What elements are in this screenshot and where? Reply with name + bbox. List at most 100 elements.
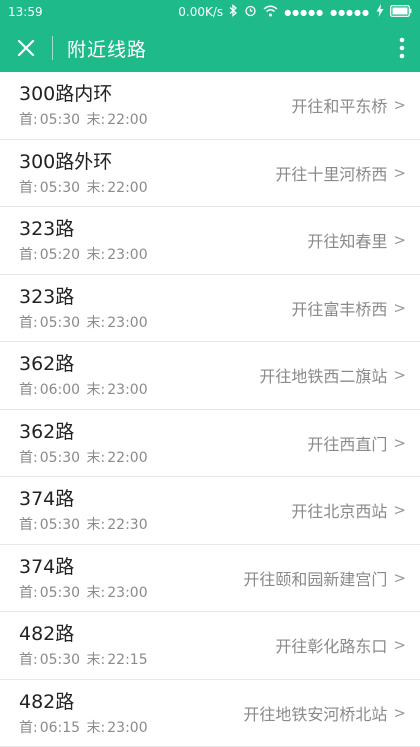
destination-label: 开往地铁西二旗站 (259, 367, 388, 387)
route-times: 首: 05:30 末: 22:15 (19, 652, 150, 668)
route-destination: 开往北京西站 > (291, 498, 406, 522)
status-icons: 0.00K/s ●●●●● ●●●●● (178, 4, 412, 20)
route-row[interactable]: 374路 首: 05:30 末: 23:00 开往颐和园新建宫门 > (0, 545, 420, 612)
route-info: 362路 首: 05:30 末: 22:00 (19, 420, 150, 466)
alarm-icon (244, 4, 257, 20)
close-button[interactable] (0, 24, 52, 72)
route-info: 482路 首: 05:30 末: 22:15 (19, 622, 150, 668)
route-name: 482路 (19, 690, 75, 713)
route-destination: 开往地铁西二旗站 > (259, 363, 406, 387)
last-label: 末: (86, 719, 106, 736)
route-info: 323路 首: 05:30 末: 23:00 (19, 285, 150, 331)
last-label: 末: (86, 517, 106, 534)
last-label: 末: (86, 314, 106, 331)
destination-label: 开往地铁安河桥北站 (243, 704, 388, 724)
app-bar-divider (52, 36, 53, 60)
route-info: 323路 首: 05:20 末: 23:00 (19, 217, 150, 263)
first-label: 首: (19, 382, 38, 399)
route-info: 300路内环 首: 05:30 末: 22:00 (19, 82, 150, 128)
first-time: 05:30 (39, 517, 81, 534)
chevron-right-icon: > (393, 433, 406, 452)
route-info: 482路 首: 06:15 末: 23:00 (19, 690, 150, 736)
route-name: 300路外环 (19, 150, 113, 173)
first-time: 05:20 (39, 247, 81, 264)
first-label: 首: (19, 719, 38, 736)
route-list: 300路内环 首: 05:30 末: 22:00 开往和平东桥 > 300路外环 首… (0, 72, 420, 747)
last-label: 末: (86, 112, 106, 129)
route-row[interactable]: 374路 首: 05:30 末: 22:30 开往北京西站 > (0, 477, 420, 545)
route-row[interactable]: 482路 首: 05:30 末: 22:15 开往彰化路东口 > (0, 612, 420, 680)
destination-label: 开往北京西站 (291, 502, 388, 522)
last-time: 22:00 (107, 449, 148, 466)
route-info: 362路 首: 06:00 末: 23:00 (19, 352, 150, 398)
app-bar: 附近线路 (0, 24, 420, 72)
destination-label: 开往颐和园新建宫门 (243, 569, 388, 589)
route-info: 300路外环 首: 05:30 末: 22:00 (19, 150, 150, 196)
destination-label: 开往富丰桥西 (291, 299, 388, 319)
route-row[interactable]: 300路外环 首: 05:30 末: 22:00 开往十里河桥西 > (0, 140, 420, 207)
destination-label: 开往西直门 (307, 434, 388, 454)
route-destination: 开往富丰桥西 > (291, 296, 406, 320)
destination-label: 开往彰化路东口 (275, 637, 388, 657)
route-name: 362路 (19, 420, 75, 443)
signal-dots-1: ●●●●● (284, 7, 325, 17)
bluetooth-icon (229, 4, 238, 20)
route-destination: 开往十里河桥西 > (275, 161, 406, 185)
last-time: 23:00 (107, 314, 148, 331)
route-name: 482路 (19, 623, 75, 646)
first-label: 首: (19, 179, 38, 196)
route-row[interactable]: 362路 首: 05:30 末: 22:00 开往西直门 > (0, 410, 420, 477)
more-options-button[interactable] (384, 24, 420, 72)
route-times: 首: 05:30 末: 22:30 (19, 517, 150, 533)
first-label: 首: (19, 584, 38, 601)
last-time: 23:00 (107, 247, 148, 264)
route-times: 首: 05:30 末: 22:00 (19, 112, 150, 128)
route-name: 300路内环 (19, 83, 113, 106)
route-row[interactable]: 323路 首: 05:30 末: 23:00 开往富丰桥西 > (0, 275, 420, 342)
last-time: 23:00 (107, 382, 148, 399)
first-time: 05:30 (39, 112, 81, 129)
first-time: 05:30 (39, 652, 81, 669)
page-title: 附近线路 (67, 38, 148, 61)
last-time: 22:00 (107, 112, 148, 129)
route-destination: 开往地铁安河桥北站 > (243, 701, 406, 725)
destination-label: 开往和平东桥 (291, 97, 388, 117)
status-bar: 13:59 0.00K/s ●●●●● ●●●●● (0, 0, 420, 24)
first-time: 06:15 (39, 719, 81, 736)
route-row[interactable]: 362路 首: 06:00 末: 23:00 开往地铁西二旗站 > (0, 342, 420, 410)
route-times: 首: 05:30 末: 23:00 (19, 585, 150, 601)
first-label: 首: (19, 112, 38, 129)
charging-icon (376, 4, 384, 20)
first-label: 首: (19, 517, 38, 534)
route-times: 首: 05:30 末: 22:00 (19, 450, 150, 466)
first-label: 首: (19, 652, 38, 669)
first-time: 05:30 (39, 449, 81, 466)
route-info: 374路 首: 05:30 末: 22:30 (19, 487, 150, 533)
route-times: 首: 06:15 末: 23:00 (19, 720, 150, 736)
chevron-right-icon: > (393, 366, 406, 385)
first-label: 首: (19, 247, 38, 264)
last-label: 末: (86, 179, 106, 196)
route-row[interactable]: 323路 首: 05:20 末: 23:00 开往知春里 > (0, 207, 420, 275)
wifi-icon (263, 5, 278, 20)
last-label: 末: (86, 449, 106, 466)
route-destination: 开往颐和园新建宫门 > (243, 566, 406, 590)
chevron-right-icon: > (393, 501, 406, 520)
route-times: 首: 05:20 末: 23:00 (19, 247, 150, 263)
route-name: 374路 (19, 488, 75, 511)
chevron-right-icon: > (393, 298, 406, 317)
last-time: 22:30 (107, 517, 148, 534)
route-name: 323路 (19, 218, 75, 241)
route-row[interactable]: 300路内环 首: 05:30 末: 22:00 开往和平东桥 > (0, 72, 420, 140)
route-row[interactable]: 482路 首: 06:15 末: 23:00 开往地铁安河桥北站 > (0, 680, 420, 747)
battery-icon (390, 4, 412, 20)
route-times: 首: 06:00 末: 23:00 (19, 382, 150, 398)
route-name: 362路 (19, 353, 75, 376)
chevron-right-icon: > (393, 231, 406, 250)
destination-label: 开往十里河桥西 (275, 164, 388, 184)
last-time: 23:00 (107, 719, 148, 736)
route-destination: 开往知春里 > (307, 228, 406, 252)
route-destination: 开往彰化路东口 > (275, 633, 406, 657)
last-label: 末: (86, 382, 106, 399)
route-info: 374路 首: 05:30 末: 23:00 (19, 555, 150, 601)
